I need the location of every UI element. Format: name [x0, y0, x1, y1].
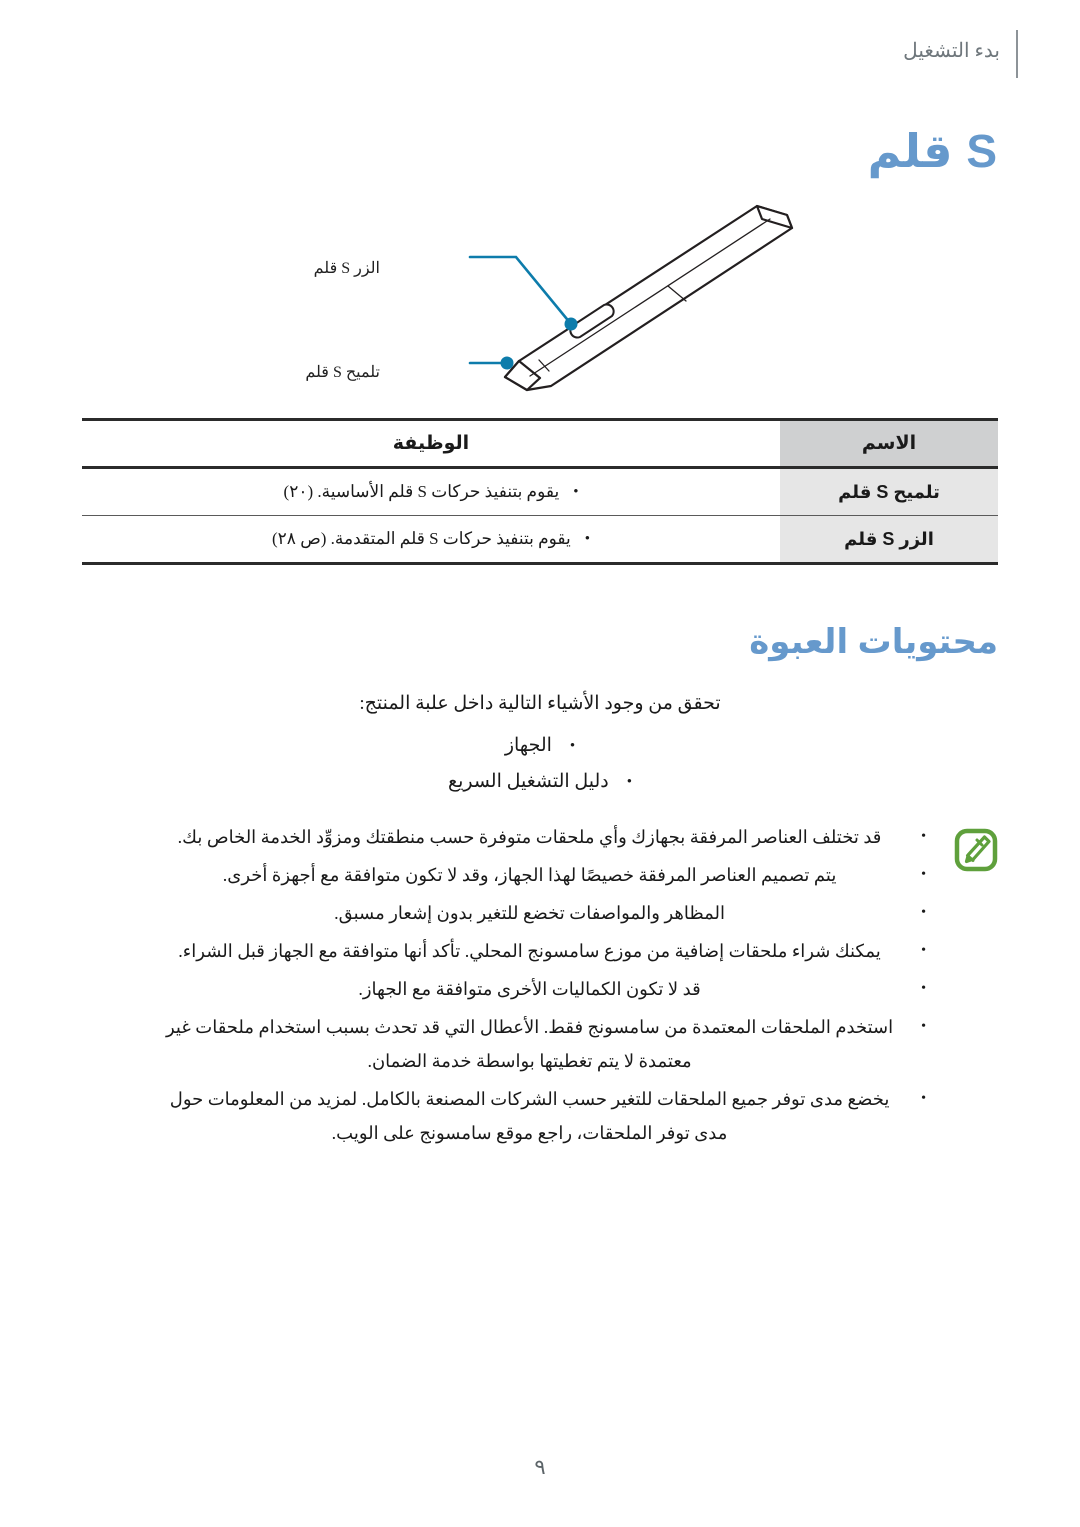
cell-function: • يقوم بتنفيذ حركات S قلم المتقدمة. (ص ٢… [82, 515, 780, 565]
header-divider-rule [1016, 30, 1018, 78]
page-number: ٩ [534, 1455, 546, 1479]
note-item-text: قد لا تكون الكماليات الأخرى متوافقة مع ا… [358, 979, 701, 999]
table-row: تلميح S قلم • يقوم بتنفيذ حركات S قلم ال… [82, 467, 998, 516]
list-item: • قد تختلف العناصر المرفقة بجهازك وأي مل… [154, 820, 926, 854]
table-header-row: الاسم الوظيفة [82, 418, 998, 469]
list-item: • الجهاز [82, 728, 998, 764]
callout-line-button [468, 255, 573, 326]
list-item-label: دليل التشغيل السريع [447, 771, 609, 792]
running-header-title: بدء التشغيل [903, 40, 1000, 62]
table-row: الزر S قلم • يقوم بتنفيذ حركات S قلم الم… [82, 515, 998, 565]
package-contents-list: • الجهاز • دليل التشغيل السريع [82, 728, 998, 800]
callout-dot-tip [500, 356, 514, 370]
list-item: • يتم تصميم العناصر المرفقة خصيصًا لهذا … [154, 858, 926, 892]
list-item: • قد لا تكون الكماليات الأخرى متوافقة مع… [154, 972, 926, 1006]
s-pen-parts-table: الاسم الوظيفة تلميح S قلم • يقوم بتنفيذ … [82, 418, 998, 565]
cell-function-text: يقوم بتنفيذ حركات S قلم الأساسية. (٢٠) [283, 482, 560, 501]
column-header-function: الوظيفة [82, 418, 780, 469]
page-header: بدء التشغيل [0, 30, 1080, 80]
note-item-text: المظاهر والمواصفات تخضع للتغير بدون إشعا… [334, 903, 726, 923]
list-item-label: الجهاز [504, 735, 552, 756]
note-item-text: استخدم الملحقات المعتمدة من سامسونج فقط.… [165, 1017, 894, 1071]
note-list: • قد تختلف العناصر المرفقة بجهازك وأي مل… [154, 820, 998, 1150]
note-pen-icon [954, 828, 998, 872]
note-block: • قد تختلف العناصر المرفقة بجهازك وأي مل… [82, 820, 998, 1154]
bullet-marker: • [921, 867, 926, 882]
list-item: • المظاهر والمواصفات تخضع للتغير بدون إش… [154, 896, 926, 930]
list-item: • يمكنك شراء ملحقات إضافية من موزع سامسو… [154, 934, 926, 968]
callout-label-s-pen-tip: تلميح S قلم [305, 364, 380, 381]
section-intro-text: تحقق من وجود الأشياء التالية داخل علبة ا… [359, 693, 721, 714]
s-pen-illustration: الزر S قلم تلميح S قلم [0, 185, 1080, 400]
list-item: • يخضع مدى توفر جميع الملحقات للتغير حسب… [154, 1082, 926, 1150]
bullet-marker: • [573, 483, 579, 500]
manual-page: بدء التشغيل S قلم الزر S قلم تلميح S قلم… [0, 0, 1080, 1527]
cell-name: تلميح S قلم [780, 467, 998, 516]
list-item: • دليل التشغيل السريع [82, 764, 998, 800]
bullet-marker: • [921, 829, 926, 844]
bullet-marker: • [584, 530, 591, 547]
bullet-marker: • [921, 1019, 926, 1034]
bullet-marker: • [626, 774, 633, 790]
bullet-marker: • [921, 981, 926, 996]
column-header-name: الاسم [780, 418, 998, 469]
list-item: • استخدم الملحقات المعتمدة من سامسونج فق… [154, 1010, 926, 1078]
page-title: S قلم [867, 125, 998, 177]
s-pen-drawing [468, 204, 794, 392]
cell-function-text: يقوم بتنفيذ حركات S قلم المتقدمة. (ص ٢٨) [272, 529, 571, 548]
bullet-marker: • [921, 1091, 926, 1106]
bullet-marker: • [921, 943, 926, 958]
bullet-marker: • [569, 738, 576, 754]
note-item-text: قد تختلف العناصر المرفقة بجهازك وأي ملحق… [177, 827, 882, 847]
note-item-text: يخضع مدى توفر جميع الملحقات للتغير حسب ا… [169, 1089, 890, 1143]
note-item-text: يتم تصميم العناصر المرفقة خصيصًا لهذا ال… [222, 865, 837, 885]
cell-name: الزر S قلم [780, 515, 998, 565]
cell-function: • يقوم بتنفيذ حركات S قلم الأساسية. (٢٠) [82, 467, 780, 516]
note-item-text: يمكنك شراء ملحقات إضافية من موزع سامسونج… [178, 941, 881, 961]
callout-label-s-pen-button: الزر S قلم [313, 260, 380, 277]
bullet-marker: • [921, 905, 926, 920]
section-heading-package-contents: محتويات العبوة [749, 623, 998, 661]
callout-dot-button [564, 317, 578, 331]
